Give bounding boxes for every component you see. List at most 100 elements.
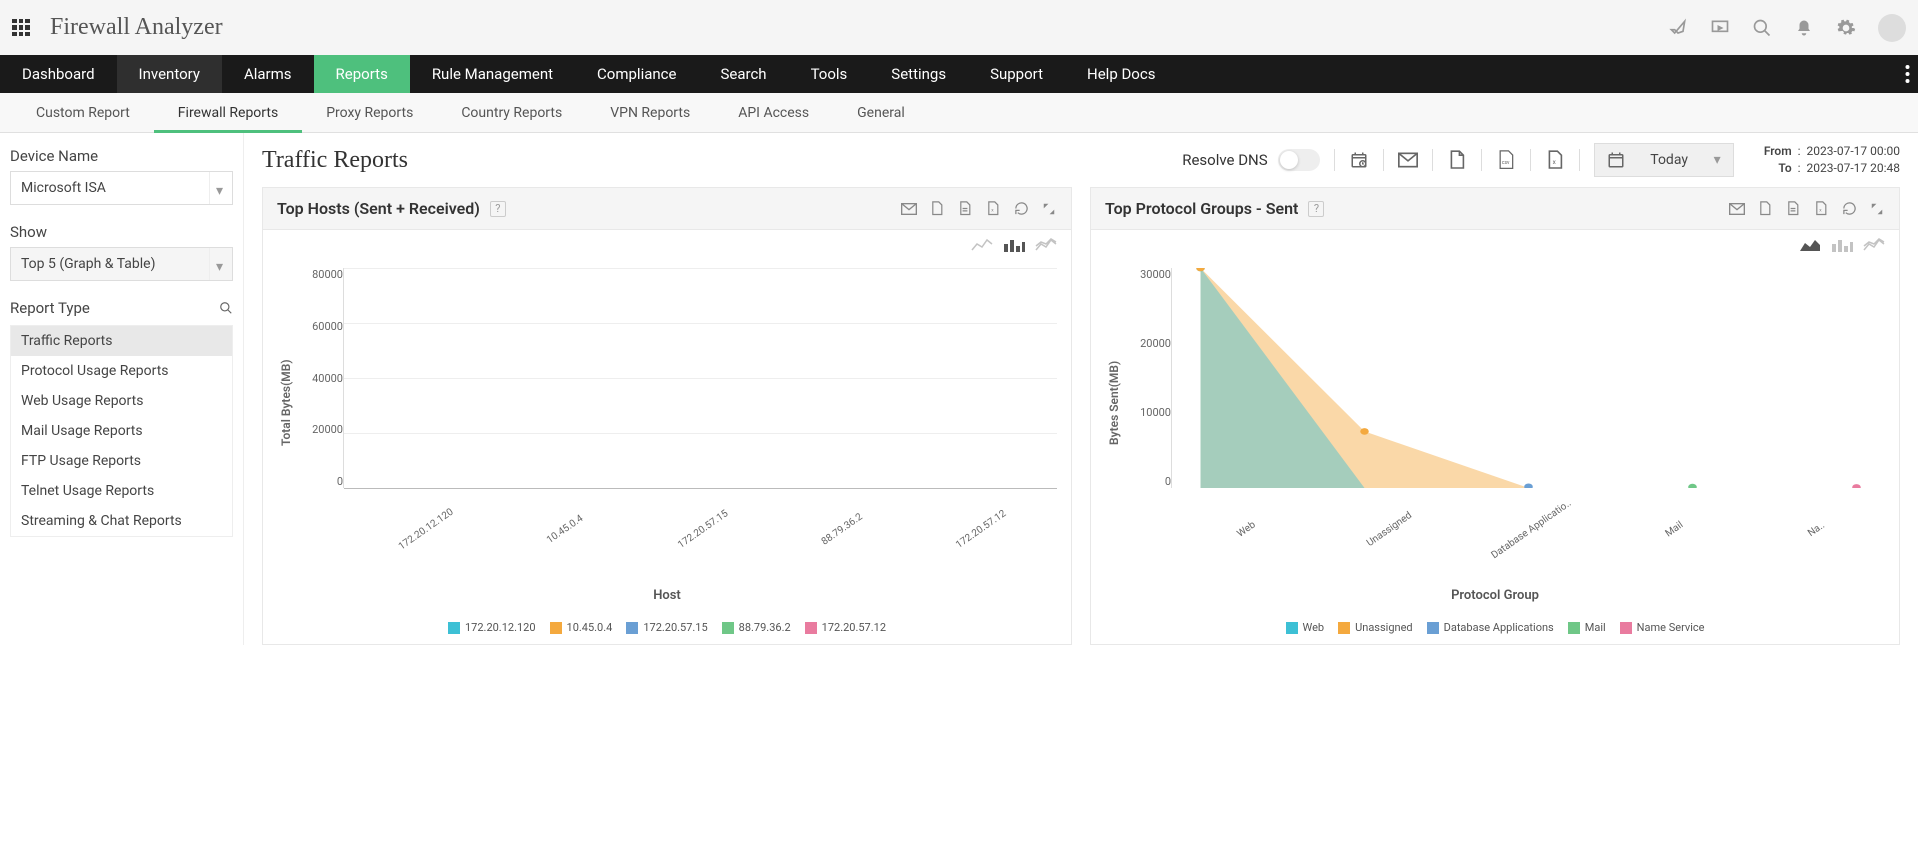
refresh-icon[interactable] <box>1841 201 1857 217</box>
help-icon[interactable]: ? <box>1308 201 1324 217</box>
topbar: Firewall Analyzer <box>0 0 1918 55</box>
legend-item[interactable]: 10.45.0.4 <box>550 621 613 634</box>
subnav-general[interactable]: General <box>833 93 929 132</box>
bar-category-label: 172.20.57.15 <box>664 499 744 560</box>
subnav-api-access[interactable]: API Access <box>714 93 833 132</box>
mail-icon[interactable] <box>901 201 917 217</box>
avatar[interactable] <box>1878 14 1906 42</box>
legend-item[interactable]: Web <box>1286 621 1325 634</box>
nav-alarms[interactable]: Alarms <box>222 55 314 93</box>
pdf-icon[interactable] <box>1757 201 1773 217</box>
card-title: Top Protocol Groups - Sent <box>1105 199 1298 218</box>
date-range-display: From:2023-07-17 00:00 To:2023-07-17 20:4… <box>1748 143 1900 177</box>
x-axis-label: Protocol Group <box>1105 588 1885 603</box>
bar-chart-icon[interactable] <box>1831 238 1853 254</box>
chevron-down-icon: ▾ <box>1714 152 1721 168</box>
nav-search[interactable]: Search <box>698 55 788 93</box>
rocket-icon[interactable] <box>1668 18 1688 38</box>
card-top-hosts: Top Hosts (Sent + Received) ? x <box>262 187 1072 645</box>
nav-rule-management[interactable]: Rule Management <box>410 55 575 93</box>
card-title: Top Hosts (Sent + Received) <box>277 199 480 218</box>
xls-icon[interactable]: x <box>985 201 1001 217</box>
area-category-label: Mail <box>1613 484 1736 575</box>
chart-legend: 172.20.12.120 10.45.0.4 172.20.57.15 88.79.… <box>277 621 1057 634</box>
subnav-vpn-reports[interactable]: VPN Reports <box>586 93 714 132</box>
area-category-label: Unassigned <box>1327 484 1450 575</box>
subnav-proxy-reports[interactable]: Proxy Reports <box>302 93 437 132</box>
legend-item[interactable]: 172.20.57.12 <box>805 621 886 634</box>
refresh-icon[interactable] <box>1013 201 1029 217</box>
apps-grid-icon[interactable] <box>12 19 30 37</box>
presentation-icon[interactable] <box>1710 18 1730 38</box>
nav-settings[interactable]: Settings <box>869 55 968 93</box>
subnav-country-reports[interactable]: Country Reports <box>437 93 586 132</box>
help-icon[interactable]: ? <box>490 201 506 217</box>
nav-compliance[interactable]: Compliance <box>575 55 698 93</box>
date-range-value: Today <box>1650 152 1688 168</box>
sub-nav: Custom Report Firewall Reports Proxy Rep… <box>0 93 1918 133</box>
legend-item[interactable]: Name Service <box>1620 621 1705 634</box>
report-type-list: Traffic Reports Protocol Usage Reports W… <box>10 325 233 537</box>
show-label: Show <box>10 223 233 241</box>
line-chart-icon[interactable] <box>971 238 993 254</box>
legend-item[interactable]: Unassigned <box>1338 621 1413 634</box>
multi-area-chart-icon[interactable] <box>1863 238 1885 254</box>
nav-dashboard[interactable]: Dashboard <box>0 55 117 93</box>
report-item-ftp[interactable]: FTP Usage Reports <box>11 446 232 476</box>
nav-inventory[interactable]: Inventory <box>117 55 222 93</box>
nav-tools[interactable]: Tools <box>789 55 870 93</box>
xls-icon[interactable]: x <box>1813 201 1829 217</box>
expand-icon[interactable] <box>1869 201 1885 217</box>
legend-item[interactable]: 172.20.57.15 <box>626 621 707 634</box>
mail-icon[interactable] <box>1729 201 1745 217</box>
show-select[interactable]: Top 5 (Graph & Table) ▾ <box>10 247 233 281</box>
nav-support[interactable]: Support <box>968 55 1065 93</box>
nav-help-docs[interactable]: Help Docs <box>1065 55 1177 93</box>
schedule-icon[interactable] <box>1349 150 1369 170</box>
app-title: Firewall Analyzer <box>50 14 223 41</box>
report-item-traffic[interactable]: Traffic Reports <box>11 326 232 356</box>
report-item-telnet[interactable]: Telnet Usage Reports <box>11 476 232 506</box>
area-chart-icon[interactable] <box>1035 238 1057 254</box>
resolve-dns-label: Resolve DNS <box>1182 151 1267 169</box>
csv-icon[interactable]: csv <box>1496 150 1516 170</box>
bar-category-label: 88.79.36.2 <box>802 499 882 560</box>
legend-item[interactable]: Mail <box>1568 621 1606 634</box>
main-nav: Dashboard Inventory Alarms Reports Rule … <box>0 55 1918 93</box>
bar-category-label: 172.20.57.12 <box>941 499 1021 560</box>
area-category-label: Na.. <box>1755 484 1878 575</box>
chart-legend: Web Unassigned Database Applications Mail Na… <box>1105 621 1885 634</box>
y-ticks: 80000 60000 40000 20000 0 <box>295 268 343 538</box>
pdf-icon[interactable] <box>1447 150 1467 170</box>
chevron-down-icon: ▾ <box>216 259 226 269</box>
bar-category-label: 172.20.12.120 <box>386 499 466 560</box>
more-vert-icon[interactable] <box>1905 55 1910 93</box>
report-type-search-icon[interactable] <box>219 301 233 315</box>
report-item-mail[interactable]: Mail Usage Reports <box>11 416 232 446</box>
xls-icon[interactable]: x <box>1545 150 1565 170</box>
mail-icon[interactable] <box>1398 150 1418 170</box>
area-chart-icon[interactable] <box>1799 238 1821 254</box>
expand-icon[interactable] <box>1041 201 1057 217</box>
legend-item[interactable]: 172.20.12.120 <box>448 621 536 634</box>
report-item-streaming[interactable]: Streaming & Chat Reports <box>11 506 232 536</box>
search-icon[interactable] <box>1752 18 1772 38</box>
csv-icon[interactable] <box>1785 201 1801 217</box>
bar-chart-icon[interactable] <box>1003 238 1025 254</box>
bar-chart: Total Bytes(MB) 80000 60000 40000 20000 … <box>277 268 1057 538</box>
y-ticks: 30000 20000 10000 0 <box>1123 268 1171 538</box>
legend-item[interactable]: 88.79.36.2 <box>722 621 791 634</box>
subnav-custom-report[interactable]: Custom Report <box>12 93 154 132</box>
nav-reports[interactable]: Reports <box>314 55 410 93</box>
pdf-icon[interactable] <box>929 201 945 217</box>
gear-icon[interactable] <box>1836 18 1856 38</box>
subnav-firewall-reports[interactable]: Firewall Reports <box>154 93 302 132</box>
device-name-select[interactable]: Microsoft ISA ▾ <box>10 171 233 205</box>
date-range-select[interactable]: Today ▾ <box>1594 143 1734 177</box>
csv-icon[interactable] <box>957 201 973 217</box>
resolve-dns-toggle[interactable] <box>1278 149 1320 171</box>
legend-item[interactable]: Database Applications <box>1427 621 1554 634</box>
report-item-web[interactable]: Web Usage Reports <box>11 386 232 416</box>
bell-icon[interactable] <box>1794 18 1814 38</box>
report-item-protocol[interactable]: Protocol Usage Reports <box>11 356 232 386</box>
